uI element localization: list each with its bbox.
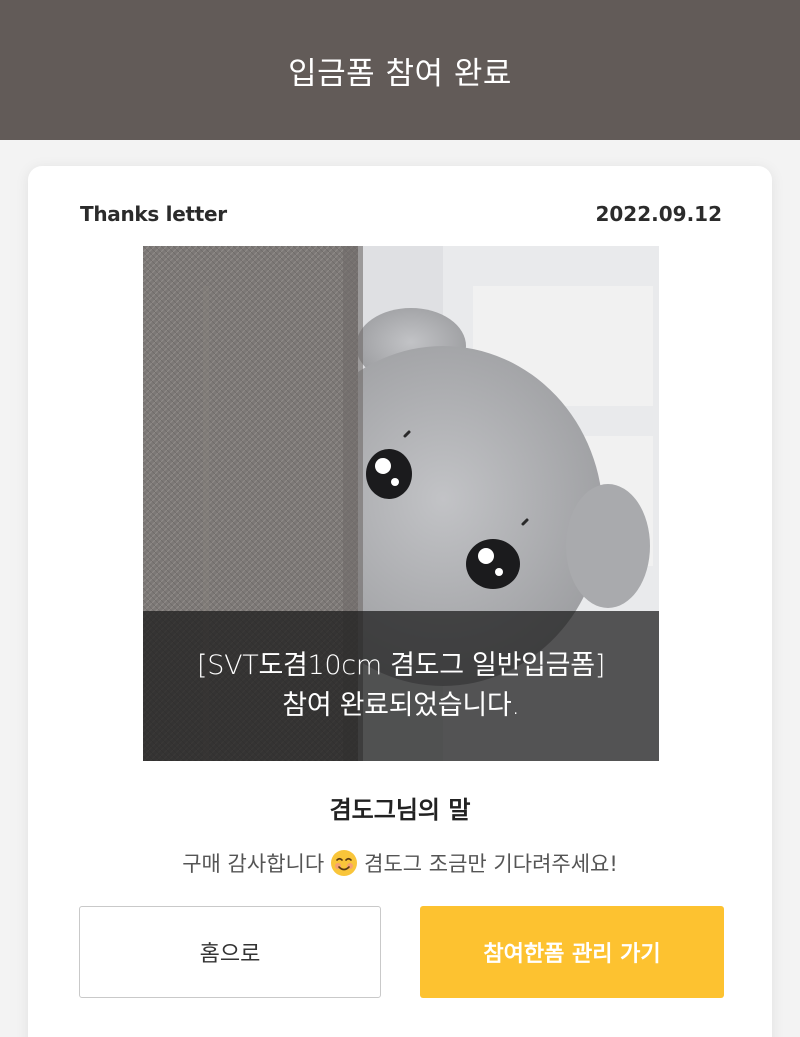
seller-message-text-2: 겸도그 조금만 기다려주세요!	[364, 852, 618, 876]
manage-forms-button[interactable]: 참여한폼 관리 가기	[420, 906, 724, 998]
seller-message: 구매 감사합니다 겸도그 조금만 기다려주세요!	[28, 848, 772, 878]
caption-form-name: [SVT도겸10cm 겸도그 일반입금폼]	[197, 650, 605, 681]
smiling-face-icon	[330, 849, 358, 877]
seller-message-title: 겸도그님의 말	[329, 796, 471, 824]
card-date: 2022.09.12	[595, 202, 722, 226]
card-label: Thanks letter	[80, 202, 227, 226]
seller-message-text-1: 구매 감사합니다	[182, 852, 325, 876]
thanks-image: [SVT도겸10cm 겸도그 일반입금폼] 참여 완료되었습니다.	[143, 246, 659, 761]
caption-complete-text: 참여 완료되었습니다.	[282, 690, 520, 721]
home-button[interactable]: 홈으로	[79, 906, 381, 998]
top-header: 입금폼 참여 완료	[0, 0, 800, 140]
page-title: 입금폼 참여 완료	[288, 55, 512, 92]
thanks-letter-card: Thanks letter 2022.09.12 [SVT도겸10cm 겸도그 …	[28, 166, 772, 1037]
image-caption-overlay: [SVT도겸10cm 겸도그 일반입금폼] 참여 완료되었습니다.	[143, 611, 659, 761]
card-header: Thanks letter 2022.09.12	[80, 202, 722, 226]
